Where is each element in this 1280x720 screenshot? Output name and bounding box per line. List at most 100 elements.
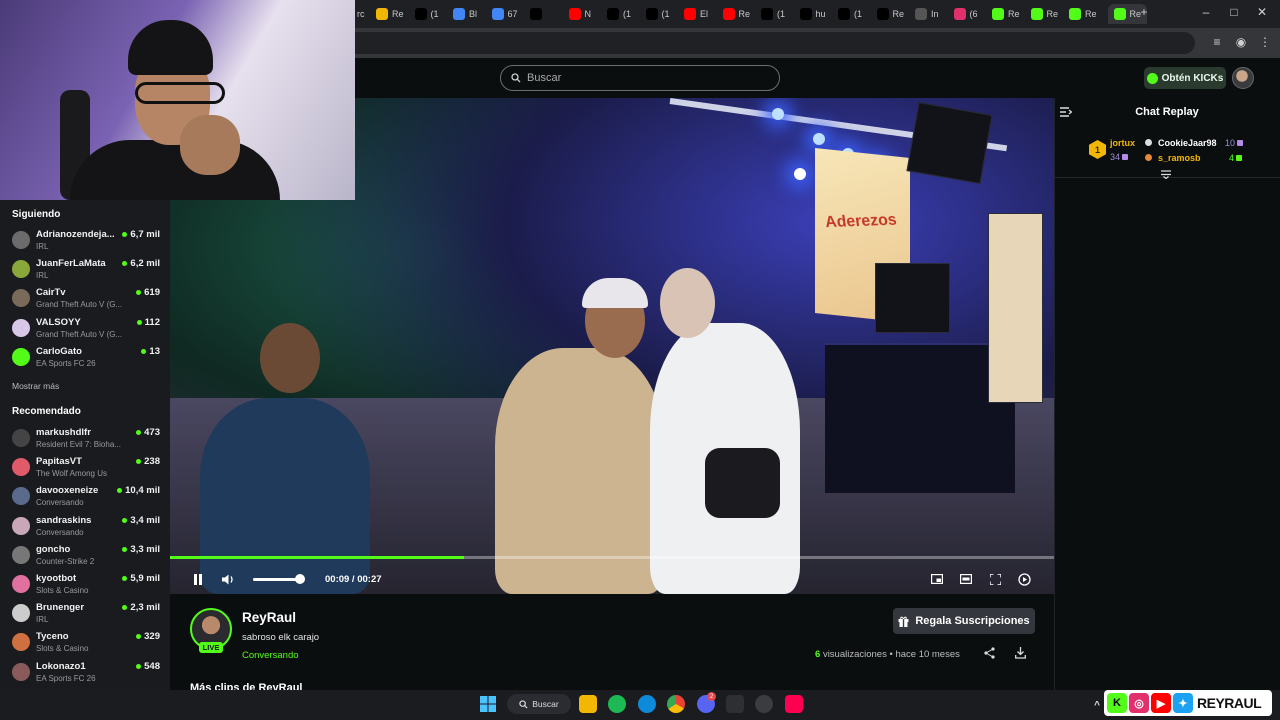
tab-favicon-icon xyxy=(1113,8,1126,20)
channel-name: VALSOYY xyxy=(36,316,81,328)
browser-tab[interactable]: Re xyxy=(876,4,904,24)
tray-chevron-icon[interactable]: ^ xyxy=(1092,696,1102,714)
clip-category[interactable]: Conversando xyxy=(242,650,299,661)
stage-light xyxy=(794,168,806,180)
maximize-button[interactable]: □ xyxy=(1224,5,1244,19)
sidebar-channel-item[interactable]: CairTv Grand Theft Auto V (G... 619 xyxy=(10,286,162,314)
browser-tab[interactable] xyxy=(530,4,546,24)
settings-button[interactable] xyxy=(1016,571,1032,587)
tab-label: rc xyxy=(357,9,365,19)
search-input[interactable]: Buscar xyxy=(500,65,780,91)
chat-panel xyxy=(1054,98,1280,690)
channel-name: PapitasVT xyxy=(36,456,82,468)
url-field[interactable] xyxy=(355,32,1195,54)
viewer-count-value: 112 xyxy=(144,316,160,328)
channel-avatar xyxy=(12,289,30,308)
channel-category: Slots & Casino xyxy=(36,586,89,595)
channel-avatar xyxy=(12,575,30,593)
pause-button[interactable] xyxy=(190,571,206,587)
share-icon[interactable] xyxy=(984,647,996,661)
tab-label: hu xyxy=(815,9,826,19)
browser-tab[interactable]: N xyxy=(568,4,591,24)
terminal-icon[interactable] xyxy=(726,695,744,713)
gifter-name[interactable]: s_ramosb xyxy=(1158,153,1201,163)
channel-category: IRL xyxy=(36,242,49,251)
tab-label: Re xyxy=(1046,9,1059,19)
edge-icon[interactable] xyxy=(638,695,656,713)
browser-tab[interactable]: hu xyxy=(799,4,826,24)
sidebar-channel-item[interactable]: davooxeneize Conversando 10,4 mil xyxy=(10,484,162,512)
streamer-shirt xyxy=(70,140,280,200)
webcam-overlay xyxy=(0,0,355,200)
browser-tab[interactable]: Re xyxy=(1030,4,1059,24)
sidebar-channel-item[interactable]: goncho Counter-Strike 2 3,3 mil xyxy=(10,543,162,571)
tab-fragment[interactable]: rc xyxy=(357,4,365,24)
chrome-icon[interactable] xyxy=(667,695,685,713)
menu-dots-icon[interactable]: ⋮ xyxy=(1255,35,1275,49)
show-more-link[interactable]: Mostrar más xyxy=(12,381,59,391)
theater-button[interactable] xyxy=(958,571,974,587)
windows-start-icon[interactable] xyxy=(479,695,497,713)
sidebar-channel-item[interactable]: markushdlfr Resident Evil 7: Bioha... 473 xyxy=(10,426,162,454)
channel-category: Grand Theft Auto V (G... xyxy=(36,329,123,339)
browser-tab[interactable]: (1 xyxy=(607,4,631,24)
user-avatar[interactable] xyxy=(1232,67,1254,89)
browser-tab[interactable]: Re xyxy=(992,4,1020,24)
fullscreen-button[interactable] xyxy=(987,571,1003,587)
sidebar-channel-item[interactable]: Lokonazo1 EA Sports FC 26 548 xyxy=(10,660,162,688)
browser-tab[interactable]: (1 xyxy=(838,4,862,24)
taskbar-search[interactable]: Buscar xyxy=(507,694,571,714)
viewer-count-value: 3,4 mil xyxy=(130,514,160,526)
gift-subs-button[interactable]: Regala Suscripciones xyxy=(893,608,1035,634)
volume-knob[interactable] xyxy=(294,574,305,584)
close-window-button[interactable]: ✕ xyxy=(1252,5,1272,19)
gifter-name[interactable]: CookieJaar98 xyxy=(1158,138,1217,148)
browser-tab[interactable]: Re xyxy=(376,4,404,24)
sidebar: Siguiendo Adrianozendeja... IRL 6,7 mil Jua… xyxy=(0,200,170,690)
spotify-icon[interactable] xyxy=(608,695,626,713)
tab-label: Re xyxy=(1085,9,1097,19)
sidebar-channel-item[interactable]: VALSOYY Grand Theft Auto V (G... 112 xyxy=(10,316,162,344)
browser-tab[interactable]: El xyxy=(684,4,708,24)
channel-avatar xyxy=(12,429,30,447)
expand-gifters-icon[interactable] xyxy=(1160,170,1172,182)
app-icon[interactable] xyxy=(755,695,773,713)
sidebar-channel-item[interactable]: Tyceno Slots & Casino 329 xyxy=(10,630,162,658)
get-kicks-button[interactable]: Obtén KICKs xyxy=(1144,67,1226,89)
gifter-name[interactable]: jortux xyxy=(1110,138,1135,148)
tab-label: (1 xyxy=(623,9,632,19)
sidebar-channel-item[interactable]: CarloGato EA Sports FC 26 13 xyxy=(10,345,162,373)
sidebar-channel-item[interactable]: Adrianozendeja... IRL 6,7 mil xyxy=(10,228,162,256)
pip-button[interactable] xyxy=(929,571,945,587)
browser-tab[interactable]: (1 xyxy=(761,4,785,24)
browser-tab[interactable]: Re xyxy=(1069,4,1097,24)
browser-tab[interactable]: Re xyxy=(722,4,750,24)
minimize-button[interactable]: – xyxy=(1196,5,1216,19)
file-explorer-icon[interactable] xyxy=(579,695,597,713)
browser-tab[interactable]: Bl xyxy=(453,4,477,24)
kick-logo-icon: K xyxy=(1107,693,1127,713)
sidebar-channel-item[interactable]: kyootbot Slots & Casino 5,9 mil xyxy=(10,572,162,600)
sidebar-channel-item[interactable]: JuanFerLaMata IRL 6,2 mil xyxy=(10,257,162,285)
browser-tab[interactable]: (1 xyxy=(645,4,670,24)
sidebar-channel-item[interactable]: Brunenger IRL 2,3 mil xyxy=(10,601,162,629)
channel-name[interactable]: ReyRaul xyxy=(242,610,296,625)
tab-label: Bl xyxy=(469,9,478,19)
sidebar-channel-item[interactable]: PapitasVT The Wolf Among Us 238 xyxy=(10,455,162,483)
browser-tab[interactable]: In xyxy=(915,4,939,24)
volume-button[interactable] xyxy=(220,571,236,587)
sidebar-channel-item[interactable]: sandraskins Conversando 3,4 mil xyxy=(10,514,162,542)
live-dot-icon xyxy=(122,576,128,581)
gifter-count: 34 xyxy=(1110,152,1129,162)
new-tab-button[interactable]: + xyxy=(1134,5,1154,19)
browser-tab[interactable]: (6 xyxy=(953,4,978,24)
viewer-count-value: 619 xyxy=(144,287,160,299)
download-icon[interactable] xyxy=(1015,647,1027,661)
browser-tab[interactable]: 67 xyxy=(491,4,518,24)
browser-tab[interactable]: (1 xyxy=(414,4,439,24)
person-head xyxy=(260,323,320,393)
tiktok-icon[interactable] xyxy=(785,695,803,713)
tab-label: 67 xyxy=(507,9,518,19)
media-control-icon[interactable]: ≡ xyxy=(1207,35,1227,49)
profile-icon[interactable]: ◉ xyxy=(1231,35,1251,49)
